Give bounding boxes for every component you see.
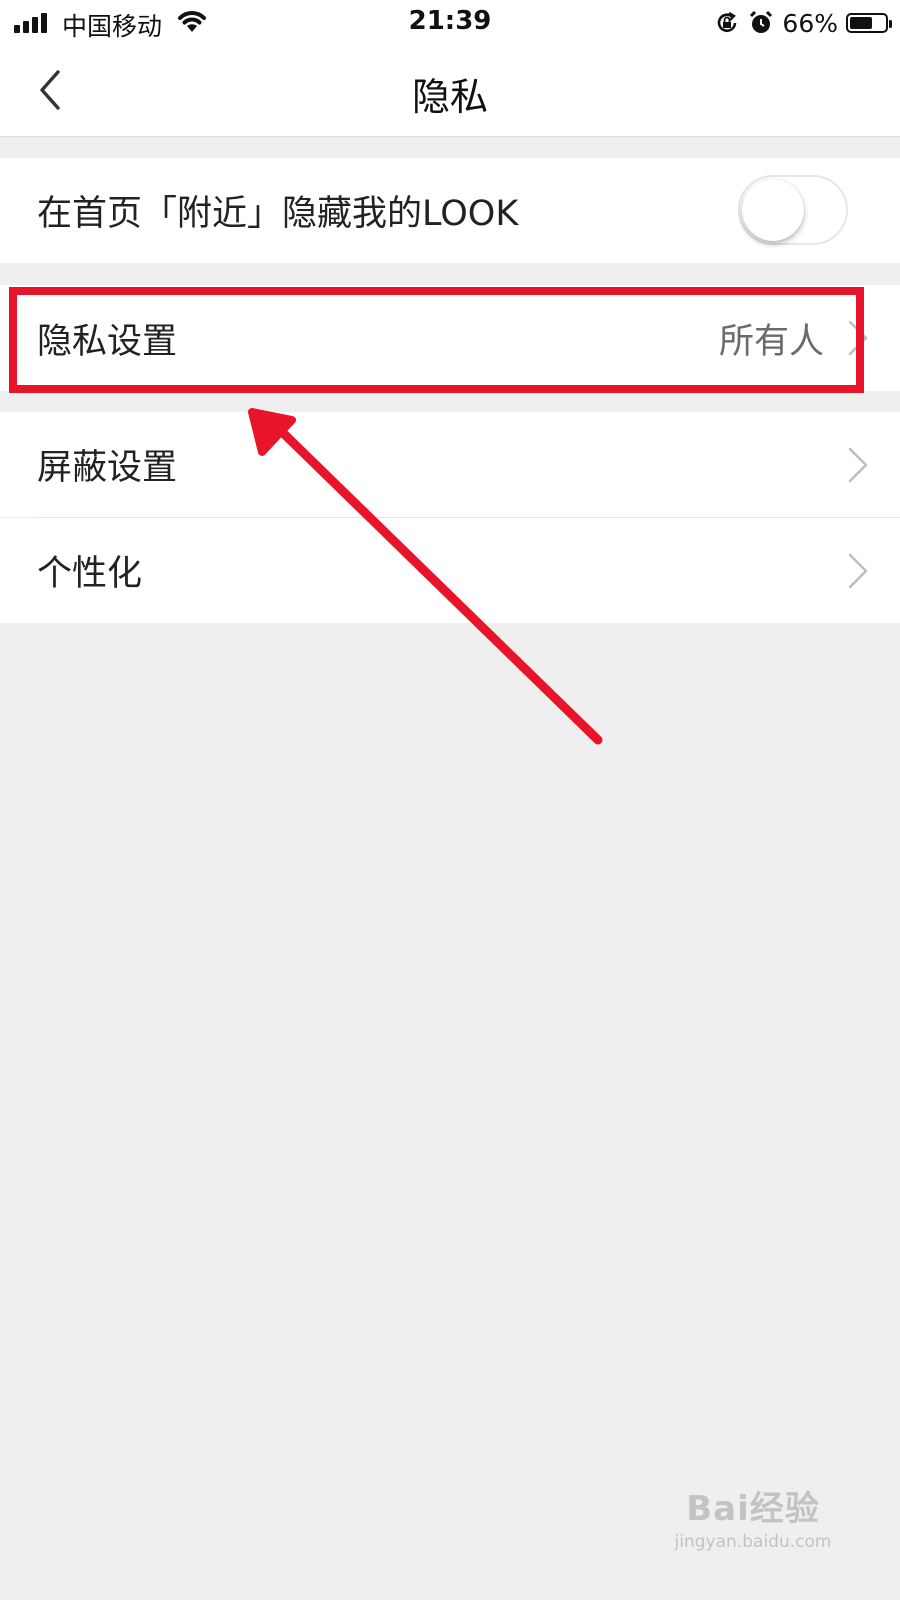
privacy-settings-row[interactable]: 隐私设置 所有人 xyxy=(0,285,900,391)
watermark-sub: jingyan.baidu.com xyxy=(674,1532,832,1552)
privacy-settings-value: 所有人 xyxy=(718,321,824,362)
battery-percent: 66% xyxy=(782,8,838,38)
battery-level-fill xyxy=(850,17,872,29)
block-settings-row[interactable]: 屏蔽设置 xyxy=(0,412,900,517)
alarm-icon xyxy=(750,10,773,33)
battery-icon xyxy=(846,13,892,33)
status-right-group: 66% xyxy=(714,6,892,40)
toggle-knob xyxy=(742,179,804,241)
chevron-right-icon xyxy=(848,553,868,588)
hide-nearby-toggle[interactable] xyxy=(738,175,848,245)
chevron-right-icon xyxy=(848,320,868,356)
page-title: 隐私 xyxy=(411,75,488,119)
block-settings-label: 屏蔽设置 xyxy=(37,448,178,488)
watermark-main: Bai经验 xyxy=(686,1489,820,1529)
status-bar: 中国移动 21:39 66% xyxy=(0,0,900,46)
hide-nearby-row: 在首页「附近」隐藏我的LOOK xyxy=(0,158,900,263)
navigation-bar: 隐私 xyxy=(0,46,900,137)
rotation-lock-icon xyxy=(718,11,737,32)
watermark: Bai经验 jingyan.baidu.com xyxy=(668,1481,838,1552)
personalize-label: 个性化 xyxy=(37,554,143,594)
hide-nearby-label: 在首页「附近」隐藏我的LOOK xyxy=(37,194,519,234)
personalize-row[interactable]: 个性化 xyxy=(0,518,900,623)
privacy-settings-label: 隐私设置 xyxy=(37,321,178,362)
chevron-right-icon xyxy=(848,447,868,482)
